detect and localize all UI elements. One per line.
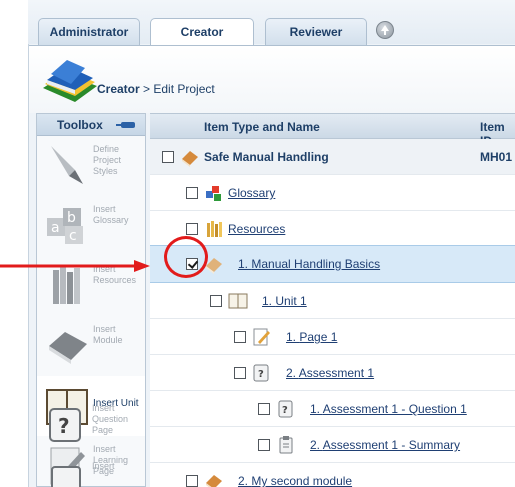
tree-row-page-1[interactable]: 1. Page 1 — [150, 319, 515, 355]
tree-row-question-1[interactable]: ? 1. Assessment 1 - Question 1 — [150, 391, 515, 427]
glossary-icon — [206, 186, 221, 201]
row-number: 1. — [238, 257, 249, 271]
row-number: 2. — [238, 474, 249, 487]
row-checkbox[interactable] — [186, 475, 198, 487]
pen-nib-icon — [51, 146, 83, 184]
toolbox-header: Toolbox — [37, 114, 145, 136]
row-name[interactable]: 2. Assessment 1 — [286, 366, 374, 380]
svg-text:b: b — [67, 210, 76, 226]
row-name[interactable]: Resources — [228, 222, 285, 236]
pin-icon[interactable] — [116, 122, 135, 128]
row-number: 2. — [286, 366, 297, 380]
column-header-name[interactable]: Item Type and Name — [204, 120, 320, 134]
row-title[interactable]: Assessment 1 - Question 1 — [323, 402, 467, 416]
breadcrumb-page: Edit Project — [153, 82, 215, 96]
tab-bar: Administrator Creator Reviewer — [28, 0, 515, 46]
upload-icon[interactable] — [376, 21, 394, 39]
tree-row-module-2[interactable]: 2. My second module — [150, 463, 515, 487]
tool-label: Define Project Styles — [93, 144, 122, 176]
breadcrumb-separator: > — [139, 82, 154, 96]
svg-text:a: a — [51, 220, 60, 236]
row-checkbox[interactable] — [186, 223, 198, 235]
page-icon — [253, 328, 270, 346]
tool-insert-more[interactable]: Insert — [36, 453, 144, 487]
toolbox-lower: ? Insert Question Page Insert — [36, 395, 146, 487]
row-title[interactable]: Assessment 1 - Summary — [323, 438, 460, 452]
summary-icon — [279, 436, 293, 454]
question-page-icon: ? — [49, 408, 81, 442]
tree-row-assessment-1[interactable]: ? 2. Assessment 1 — [150, 355, 515, 391]
tool-insert-glossary[interactable]: abc Insert Glossary — [37, 196, 145, 256]
toolbox-title: Toolbox — [57, 118, 103, 132]
tool-label: Insert Glossary — [93, 204, 129, 225]
row-name[interactable]: 1. Page 1 — [286, 330, 337, 344]
tab-reviewer[interactable]: Reviewer — [265, 18, 367, 45]
row-number: 1. — [262, 294, 273, 308]
svg-text:?: ? — [58, 414, 70, 438]
row-title[interactable]: Manual Handling Basics — [251, 257, 380, 271]
row-title[interactable]: Assessment 1 — [299, 366, 374, 380]
annotation-circle — [164, 236, 208, 278]
row-name[interactable]: 1. Unit 1 — [262, 294, 307, 308]
tree-row-project[interactable]: Safe Manual Handling MH01 — [150, 139, 515, 175]
tool-label: Insert — [92, 461, 115, 471]
annotation-arrow-icon — [0, 260, 150, 272]
row-number: 2. — [310, 438, 321, 452]
row-name[interactable]: Safe Manual Handling — [204, 150, 329, 164]
tab-administrator[interactable]: Administrator — [38, 18, 140, 45]
row-checkbox[interactable] — [186, 187, 198, 199]
project-tree-grid: Item Type and Name Item ID Safe Manual H… — [150, 113, 515, 487]
svg-text:c: c — [69, 228, 77, 244]
tree-row-glossary[interactable]: Glossary — [150, 175, 515, 211]
row-checkbox[interactable] — [258, 403, 270, 415]
page-stack-icon — [51, 466, 81, 487]
closed-book-icon — [49, 332, 87, 364]
tool-insert-question-page[interactable]: ? Insert Question Page — [36, 395, 144, 455]
tree-row-summary[interactable]: 2. Assessment 1 - Summary — [150, 427, 515, 463]
breadcrumb: Creator > Edit Project — [97, 82, 215, 96]
row-number: 1. — [286, 330, 297, 344]
abc-blocks-icon: abc — [47, 208, 83, 244]
question-icon: ? — [278, 400, 293, 418]
tool-define-project-styles[interactable]: Define Project Styles — [37, 136, 145, 196]
tool-label: Insert Module — [93, 324, 123, 345]
row-title[interactable]: Unit 1 — [275, 294, 306, 308]
unit-icon — [228, 293, 248, 309]
row-item-id: MH01 — [480, 150, 513, 164]
tool-label: Insert Question Page — [92, 403, 129, 435]
tool-insert-module[interactable]: Insert Module — [37, 316, 145, 376]
row-name[interactable]: 2. Assessment 1 - Summary — [310, 438, 460, 452]
row-checkbox[interactable] — [258, 439, 270, 451]
row-checkbox[interactable] — [234, 367, 246, 379]
books-logo-icon — [43, 60, 97, 102]
row-name[interactable]: 1. Manual Handling Basics — [238, 257, 380, 271]
assessment-icon: ? — [253, 364, 269, 382]
row-number: 1. — [310, 402, 321, 416]
tab-creator[interactable]: Creator — [150, 18, 254, 46]
row-name[interactable]: 1. Assessment 1 - Question 1 — [310, 402, 467, 416]
row-checkbox[interactable] — [162, 151, 174, 163]
page-header: Creator > Edit Project — [29, 45, 515, 113]
tree-row-unit-1[interactable]: 1. Unit 1 — [150, 283, 515, 319]
row-checkbox[interactable] — [234, 331, 246, 343]
row-title[interactable]: Page 1 — [299, 330, 337, 344]
tree-row-resources[interactable]: Resources — [150, 211, 515, 247]
row-title[interactable]: My second module — [251, 474, 352, 487]
svg-text:?: ? — [282, 405, 288, 416]
resources-icon — [207, 221, 222, 237]
row-name[interactable]: Glossary — [228, 186, 275, 200]
breadcrumb-section[interactable]: Creator — [97, 82, 140, 96]
book-icon — [182, 151, 198, 167]
module-icon — [206, 475, 222, 487]
row-checkbox[interactable] — [210, 295, 222, 307]
grid-header: Item Type and Name Item ID — [150, 113, 515, 148]
svg-text:?: ? — [258, 369, 264, 380]
row-name[interactable]: 2. My second module — [238, 474, 352, 487]
